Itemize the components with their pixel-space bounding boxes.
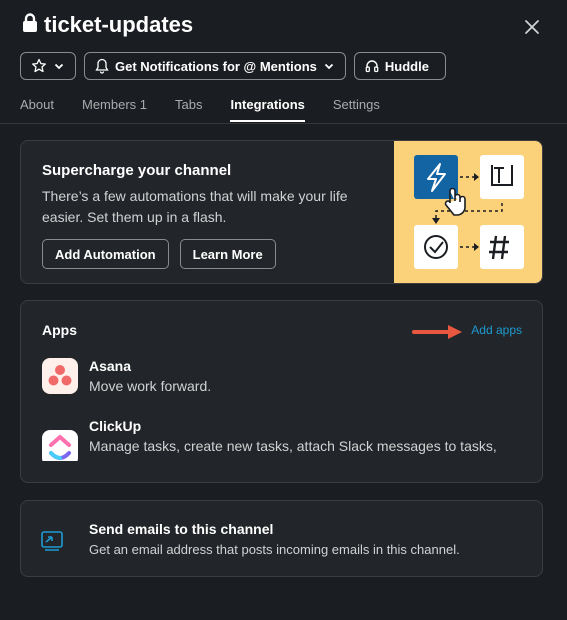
asana-icon: [42, 358, 78, 394]
notifications-label: Get Notifications for @ Mentions: [115, 58, 317, 74]
bell-icon: [95, 58, 109, 74]
app-name: Asana: [89, 358, 132, 374]
add-automation-button[interactable]: Add Automation: [42, 239, 169, 269]
header-actions: Get Notifications for @ Mentions Huddle: [20, 52, 446, 80]
promo-actions: Add Automation Learn More: [42, 239, 276, 269]
tab-members[interactable]: Members 1: [82, 97, 147, 122]
app-name: ClickUp: [89, 418, 142, 434]
app-description: Move work forward.: [89, 378, 212, 394]
workflow-illustration: [394, 141, 542, 283]
tab-integrations[interactable]: Integrations: [230, 97, 305, 122]
learn-more-button[interactable]: Learn More: [179, 239, 276, 269]
promo-description: There’s a few automations that will make…: [42, 188, 348, 225]
headphones-icon: [365, 60, 379, 73]
email-integration-card[interactable]: Send emails to this channel Get an email…: [20, 500, 543, 577]
apps-list: Asana Move work forward. ClickUp Manage …: [21, 301, 542, 461]
lock-icon: [22, 12, 38, 38]
app-description: Manage tasks, create new tasks, attach S…: [89, 438, 497, 454]
huddle-label: Huddle: [384, 58, 429, 74]
apps-card: Apps Add apps Asana Move work forward. C…: [20, 300, 543, 483]
promo-title: Supercharge your channel: [42, 162, 232, 179]
channel-tabs: About Members 1 Tabs Integrations Settin…: [20, 97, 380, 122]
email-description: Get an email address that posts incoming…: [89, 542, 460, 557]
clickup-icon: [42, 430, 78, 461]
tab-tabs[interactable]: Tabs: [175, 97, 202, 122]
email-forward-icon: [41, 523, 63, 557]
channel-title-row: ticket-updates: [22, 12, 193, 38]
chevron-down-icon: [324, 63, 334, 70]
close-icon[interactable]: [521, 16, 543, 38]
email-title: Send emails to this channel: [89, 521, 274, 537]
channel-title: ticket-updates: [44, 12, 194, 37]
tab-about[interactable]: About: [20, 97, 54, 122]
chevron-down-icon: [54, 63, 64, 70]
tab-settings[interactable]: Settings: [333, 97, 380, 122]
channel-header: ticket-updates Get Notifications for @ M…: [0, 0, 567, 124]
automation-promo-card: Supercharge your channel There’s a few a…: [20, 140, 543, 284]
huddle-button[interactable]: Huddle: [353, 52, 446, 80]
notifications-button[interactable]: Get Notifications for @ Mentions: [84, 52, 346, 80]
star-button[interactable]: [20, 52, 76, 80]
star-icon: [32, 58, 46, 73]
